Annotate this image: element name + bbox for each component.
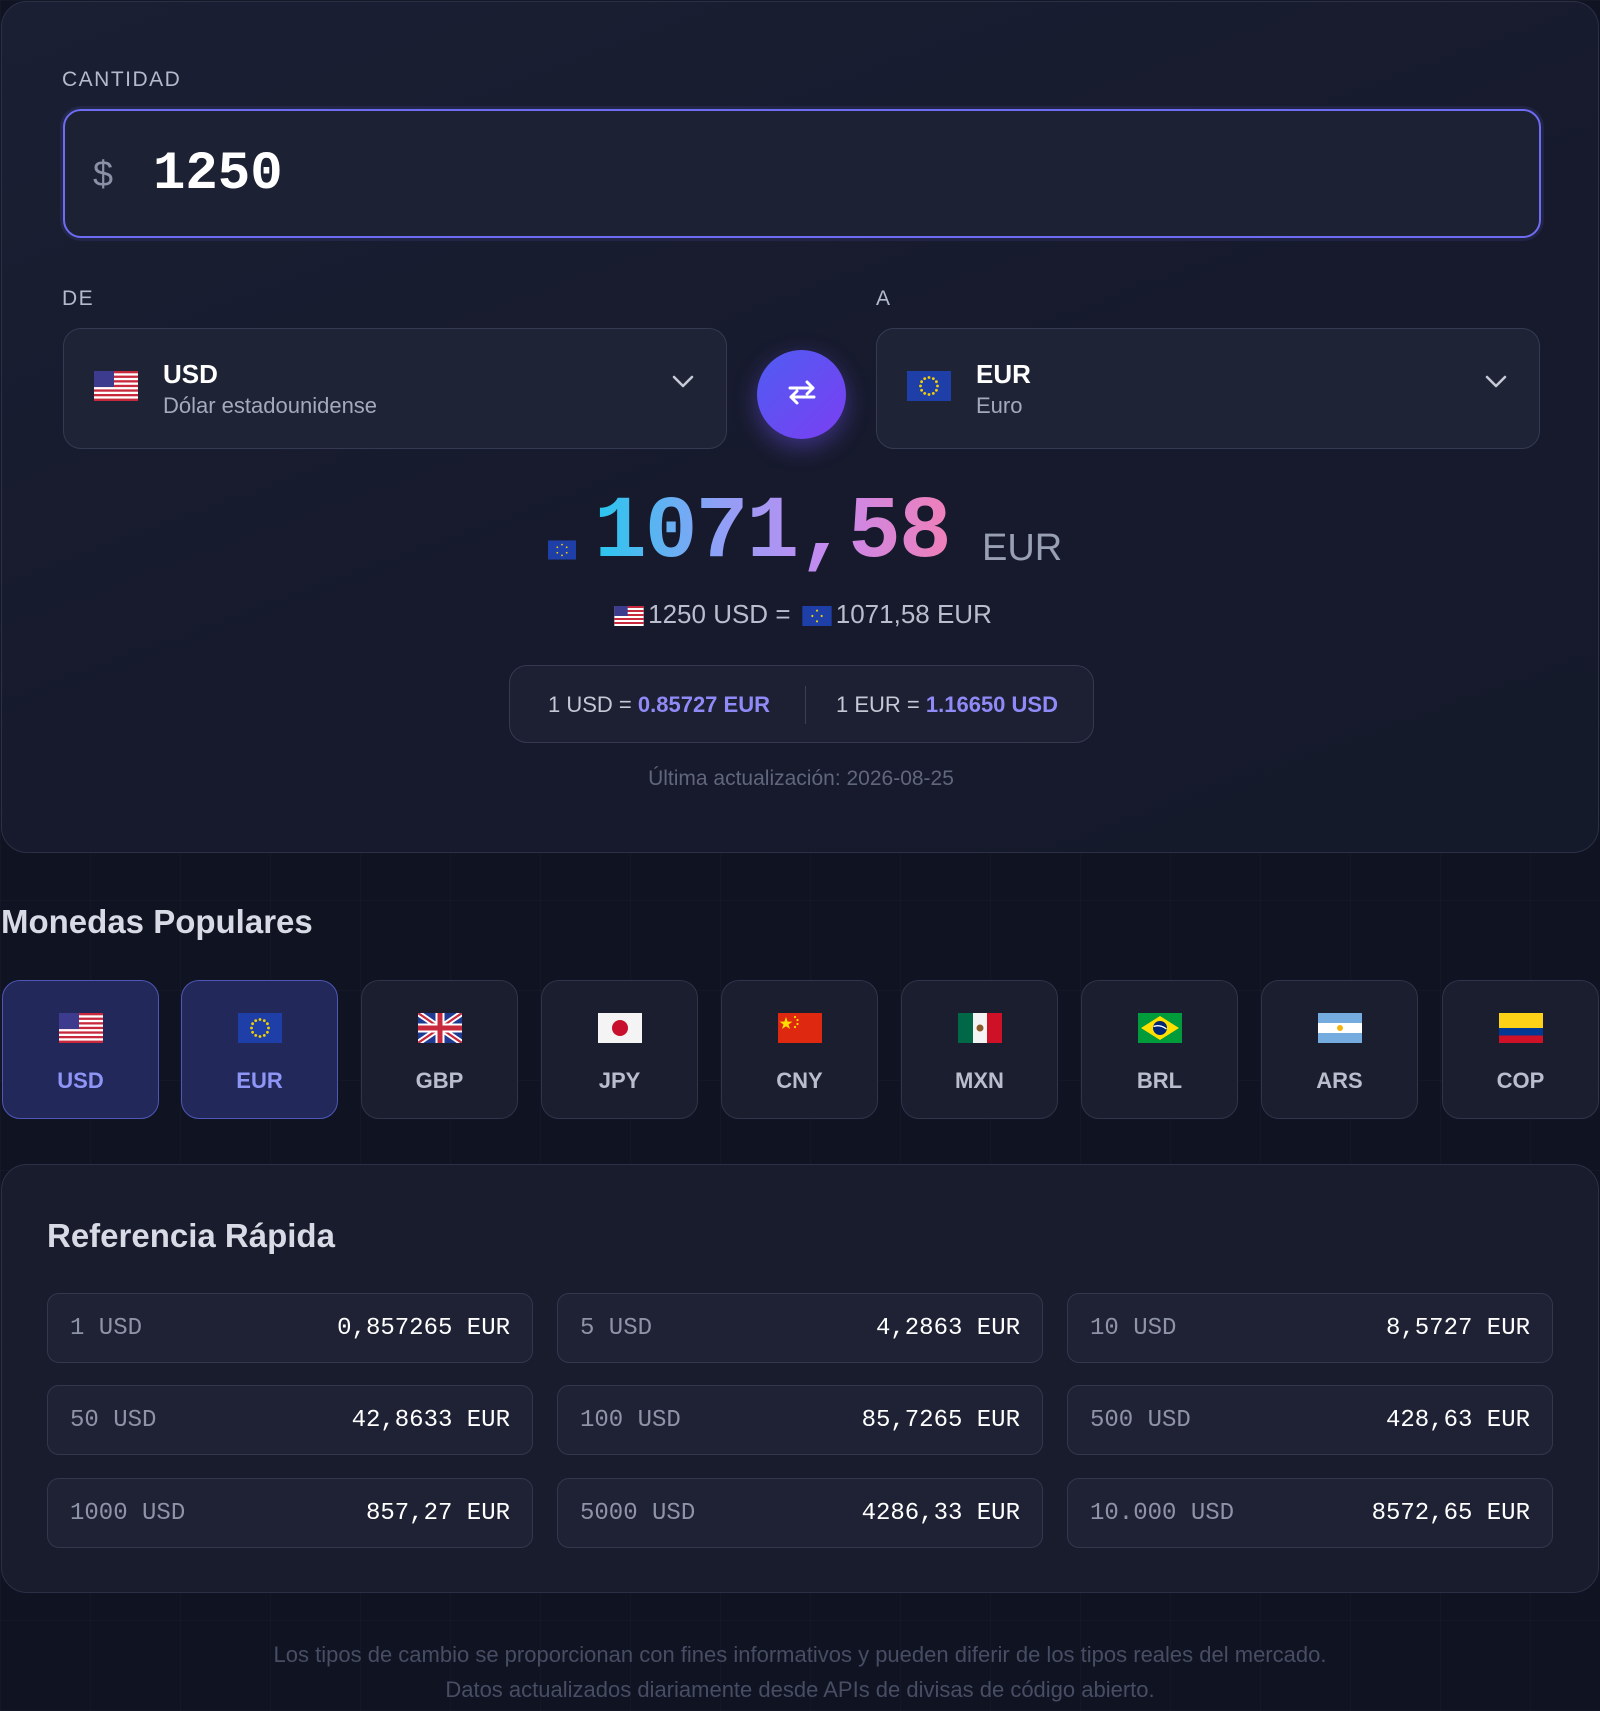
reference-item: 500 USD 428,63 EUR [1067,1385,1553,1455]
rate-eur-usd-prefix: 1 EUR = [836,692,920,717]
amount-field[interactable]: $ [63,109,1541,238]
currency-chip-eur[interactable]: EUR [181,980,338,1119]
reference-to: 428,63 EUR [1385,1407,1530,1434]
chip-label: MXN [955,1068,1004,1093]
reference-from: 1 USD [70,1315,143,1342]
currency-chip-ars[interactable]: ARS [1261,980,1418,1119]
conversion-equation: 1250 USD = 1071,58 EUR [2,599,1600,633]
currency-chip-mxn[interactable]: MXN [901,980,1058,1119]
quick-reference-title: Referencia Rápida [47,1217,335,1254]
swap-currencies-button[interactable] [757,350,846,439]
currency-chip-brl[interactable]: BRL [1081,980,1238,1119]
eu-flag-icon [548,540,576,565]
to-currency-name: Euro [976,393,1023,418]
currency-chip-cop[interactable]: COP [1442,980,1599,1119]
colombia-flag-icon [1498,1013,1543,1043]
reference-from: 500 USD [1090,1407,1191,1434]
popular-currencies-title: Monedas Populares [1,903,313,940]
eu-flag-icon [907,371,951,401]
chip-label: CNY [776,1068,823,1093]
japan-flag-icon [597,1013,642,1043]
eu-flag-icon [237,1013,282,1043]
disclaimer-text: Los tipos de cambio se proporcionan con … [273,1642,1327,1702]
reference-from: 100 USD [580,1407,681,1434]
chip-label: GBP [415,1068,464,1093]
chip-label: BRL [1136,1068,1183,1093]
reference-from: 10.000 USD [1090,1500,1235,1527]
reference-to: 8572,65 EUR [1371,1500,1530,1527]
amount-input[interactable] [153,133,1453,215]
reference-from: 10 USD [1090,1315,1177,1342]
rate-usd-eur-value: 0.85727 EUR [637,692,770,717]
reference-to: 4286,33 EUR [861,1500,1020,1527]
uk-flag-icon [417,1013,462,1043]
rate-eur-usd-value: 1.16650 USD [925,692,1058,717]
equation-from: 1250 USD [648,599,769,629]
mexico-flag-icon [957,1013,1002,1043]
reference-item: 10.000 USD 8572,65 EUR [1067,1478,1553,1548]
exchange-rates-box: 1 USD = 0.85727 EUR 1 EUR = 1.16650 USD [509,665,1094,743]
conversion-result: 1071,58 EUR [2,484,1600,584]
reference-from: 5 USD [580,1315,653,1342]
brazil-flag-icon [1137,1013,1182,1043]
chip-label: JPY [598,1068,641,1093]
reference-to: 8,5727 EUR [1385,1315,1530,1342]
reference-item: 10 USD 8,5727 EUR [1067,1293,1553,1363]
us-flag-icon [94,371,138,401]
chip-label: COP [1496,1068,1545,1093]
from-label: DE [62,287,95,310]
chip-label: EUR [236,1068,283,1093]
result-currency: EUR [982,527,1063,569]
last-updated: Última actualización: 2026-08-25 [648,767,954,790]
to-currency-select[interactable]: EUR Euro [876,328,1540,449]
currency-chip-usd[interactable]: USD [2,980,159,1119]
from-currency-code: USD [163,359,218,389]
result-amount: 1071,58 [594,484,952,583]
converter-card: CANTIDAD $ DE A USD Dólar estadounidense [1,1,1599,853]
us-flag-icon [614,602,644,633]
reference-to: 4,2863 EUR [875,1315,1020,1342]
reference-item: 50 USD 42,8633 EUR [47,1385,533,1455]
argentina-flag-icon [1317,1013,1362,1043]
reference-item: 100 USD 85,7265 EUR [557,1385,1043,1455]
rate-eur-usd: 1 EUR = 1.16650 USD [836,692,1058,718]
reference-item: 5000 USD 4286,33 EUR [557,1478,1043,1548]
reference-item: 5 USD 4,2863 EUR [557,1293,1043,1363]
reference-item: 1 USD 0,857265 EUR [47,1293,533,1363]
rate-usd-eur: 1 USD = 0.85727 EUR [548,692,770,718]
reference-from: 50 USD [70,1407,157,1434]
eu-flag-icon [802,602,832,633]
equation-equals: = [775,599,791,629]
reference-to: 85,7265 EUR [861,1407,1020,1434]
from-currency-name: Dólar estadounidense [163,393,378,418]
reference-to: 42,8633 EUR [351,1407,510,1434]
reference-item: 1000 USD 857,27 EUR [47,1478,533,1548]
chip-label: USD [57,1068,104,1093]
quick-reference-card: Referencia Rápida 1 USD 0,857265 EUR 5 U… [1,1164,1599,1593]
china-flag-icon [777,1013,822,1043]
chevron-down-icon [1485,375,1507,394]
currency-chip-gbp[interactable]: GBP [361,980,518,1119]
equation-to: 1071,58 EUR [835,599,992,629]
us-flag-icon [58,1013,103,1043]
chip-label: ARS [1316,1068,1363,1093]
rate-divider [805,686,806,724]
to-label: A [876,287,892,310]
rate-usd-eur-prefix: 1 USD = [548,692,632,717]
swap-arrows-icon [784,374,820,415]
currency-chip-cny[interactable]: CNY [721,980,878,1119]
from-currency-select[interactable]: USD Dólar estadounidense [63,328,727,449]
reference-from: 5000 USD [580,1500,696,1527]
reference-to: 857,27 EUR [365,1500,510,1527]
currency-chip-jpy[interactable]: JPY [541,980,698,1119]
reference-to: 0,857265 EUR [337,1315,510,1342]
reference-from: 1000 USD [70,1500,186,1527]
to-currency-code: EUR [976,359,1031,389]
chevron-down-icon [672,375,694,394]
amount-label: CANTIDAD [62,68,182,91]
currency-symbol: $ [93,153,114,194]
